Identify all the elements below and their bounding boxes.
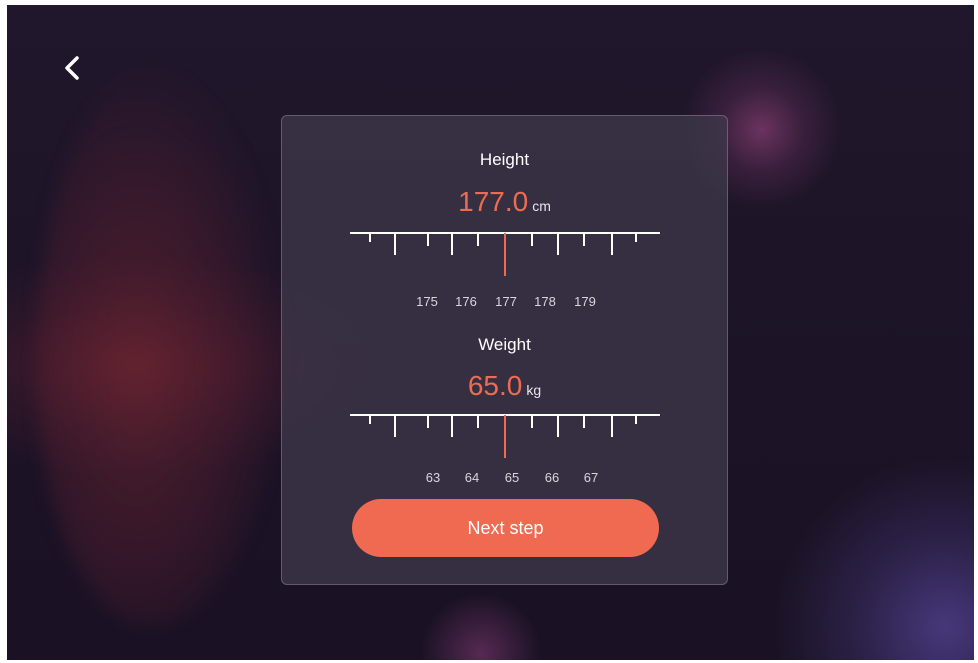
weight-value-display: 65.0 kg [282, 370, 727, 402]
height-tick-label: 177 [495, 294, 517, 309]
weight-tick-label: 63 [425, 470, 441, 485]
height-tick-label: 176 [455, 294, 477, 309]
weight-tick-label: 66 [544, 470, 560, 485]
body-measurements-card: Height 177.0 cm 175 176 177 178 179 Weig… [281, 115, 728, 585]
next-step-button[interactable]: Next step [352, 499, 659, 557]
weight-value: 65.0 [467, 370, 523, 401]
height-value: 177.0 [458, 186, 529, 217]
back-button[interactable] [57, 50, 87, 86]
height-tick-label: 179 [574, 294, 596, 309]
weight-tick-label: 64 [464, 470, 480, 485]
chevron-left-icon [65, 56, 79, 80]
weight-tick-label: 67 [583, 470, 599, 485]
weight-tick-label: 65 [504, 470, 520, 485]
height-tick-label: 175 [416, 294, 438, 309]
weight-label: Weight [478, 335, 531, 354]
weight-ruler[interactable] [350, 410, 662, 460]
height-value-display: 177.0 cm [282, 186, 727, 218]
height-tick-label: 178 [534, 294, 556, 309]
weight-unit: kg [526, 382, 542, 398]
app-screen: Height 177.0 cm 175 176 177 178 179 Weig… [7, 5, 974, 660]
height-ruler[interactable] [350, 228, 662, 278]
height-label: Height [479, 150, 530, 169]
height-unit: cm [532, 198, 551, 214]
